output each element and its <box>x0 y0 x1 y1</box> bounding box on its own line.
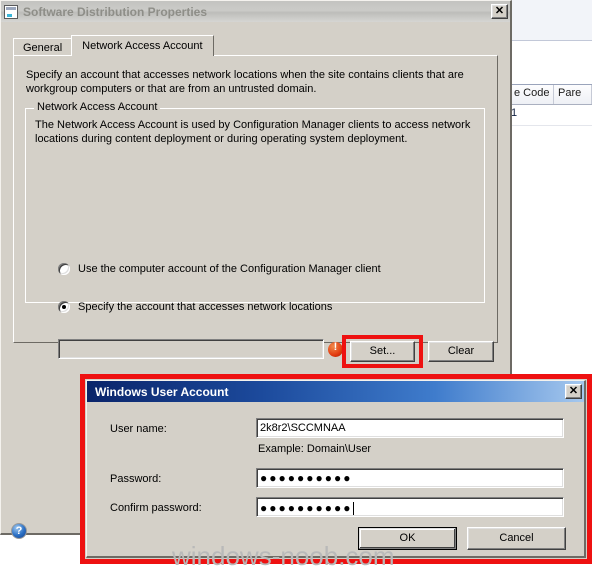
windows-user-account-dialog: Windows User Account ✕ User name: 2k8r2\… <box>86 380 586 558</box>
close-icon[interactable]: ✕ <box>491 4 508 19</box>
password-input[interactable]: ●●●●●●●●●● <box>256 468 564 488</box>
username-input[interactable]: 2k8r2\SCCMNAA <box>256 418 564 438</box>
user-account-titlebar[interactable]: Windows User Account ✕ <box>87 381 584 402</box>
table-row[interactable]: 1 <box>510 105 592 126</box>
radio-button-icon[interactable] <box>58 263 70 275</box>
page-description: Specify an account that accesses network… <box>26 69 464 95</box>
background-panel-top <box>510 0 592 41</box>
radio-use-computer-account-label: Use the computer account of the Configur… <box>78 263 381 275</box>
groupbox-description: The Network Access Account is used by Co… <box>35 119 471 145</box>
account-name-input[interactable] <box>58 339 324 359</box>
username-label: User name: <box>110 423 167 435</box>
radio-specify-account-label: Specify the account that accesses networ… <box>78 301 333 313</box>
table-column-header-parent[interactable]: Pare <box>554 85 592 104</box>
background-panel-middle <box>510 41 592 85</box>
tab-strip: General Network Access Account <box>13 35 214 56</box>
user-account-title-text: Windows User Account <box>95 384 229 399</box>
account-input-row <box>58 339 343 359</box>
table-column-header-code[interactable]: e Code <box>510 85 554 104</box>
confirm-password-wrapper: ●●●●●●●●●● <box>256 497 564 517</box>
password-label: Password: <box>110 473 162 485</box>
set-button[interactable]: Set... <box>350 341 415 362</box>
text-caret <box>353 501 355 515</box>
confirm-password-label: Confirm password: <box>110 502 202 514</box>
close-icon[interactable]: ✕ <box>565 384 582 399</box>
username-example-text: Example: Domain\User <box>258 443 372 455</box>
watermark-text: windows-noob.com <box>172 541 395 571</box>
clear-button[interactable]: Clear <box>428 341 494 362</box>
tab-network-access-account[interactable]: Network Access Account <box>71 35 214 56</box>
properties-titlebar[interactable]: Software Distribution Properties ✕ <box>1 1 510 22</box>
radio-specify-account[interactable]: Specify the account that accesses networ… <box>58 301 332 313</box>
window-properties-icon <box>4 4 18 19</box>
confirm-password-value: ●●●●●●●●●● <box>260 501 353 515</box>
help-question-icon[interactable] <box>11 523 27 539</box>
groupbox-legend: Network Access Account <box>34 101 161 113</box>
error-exclamation-icon[interactable] <box>328 341 343 357</box>
confirm-password-input[interactable]: ●●●●●●●●●● <box>256 497 564 517</box>
radio-use-computer-account[interactable]: Use the computer account of the Configur… <box>58 263 381 275</box>
radio-button-selected-icon[interactable] <box>58 301 70 313</box>
table-header-row: e Code Pare <box>510 85 592 105</box>
tab-page-network-access-account: Specify an account that accesses network… <box>13 55 498 368</box>
tab-general[interactable]: General <box>13 38 73 56</box>
cancel-button[interactable]: Cancel <box>467 527 566 550</box>
properties-title-text: Software Distribution Properties <box>23 4 208 19</box>
